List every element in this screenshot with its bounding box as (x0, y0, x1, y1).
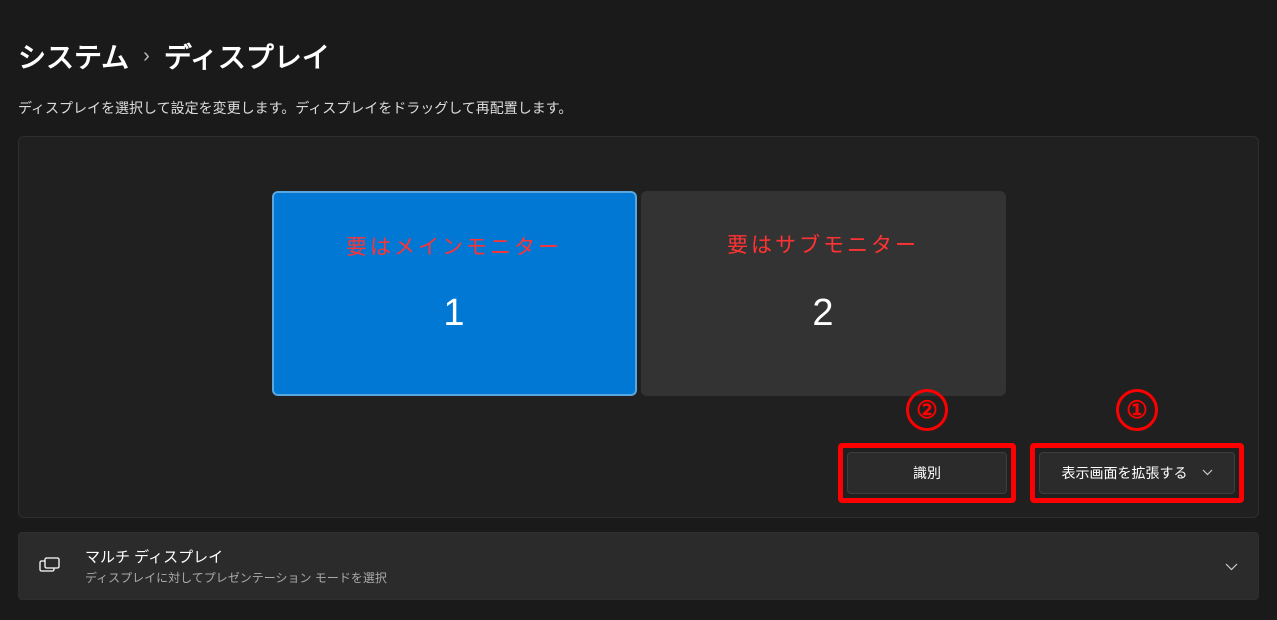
monitor-1[interactable]: 要はメインモニター 1 (272, 191, 637, 396)
monitor-1-annotation: 要はメインモニター (346, 231, 562, 261)
multi-display-icon (39, 555, 61, 577)
dropdown-button-group: ① 表示画面を拡張する (1030, 443, 1244, 503)
monitor-2-annotation: 要はサブモニター (727, 229, 919, 259)
display-mode-selected: 表示画面を拡張する (1062, 463, 1188, 483)
breadcrumb: システム › ディスプレイ (18, 36, 1259, 76)
monitor-2[interactable]: 要はサブモニター 2 (641, 191, 1006, 396)
monitor-2-number: 2 (812, 292, 833, 335)
page-description: ディスプレイを選択して設定を変更します。ディスプレイをドラッグして再配置します。 (18, 98, 1259, 118)
annotation-circle-2: ② (906, 389, 948, 431)
identify-button-group: ② 識別 (838, 443, 1016, 503)
multi-display-row[interactable]: マルチ ディスプレイ ディスプレイに対してプレゼンテーション モードを選択 (18, 532, 1259, 600)
breadcrumb-parent[interactable]: システム (18, 36, 129, 76)
annotation-frame-dropdown: 表示画面を拡張する (1030, 443, 1244, 503)
chevron-right-icon: › (143, 45, 150, 68)
identify-button[interactable]: 識別 (847, 452, 1007, 494)
monitor-1-number: 1 (443, 292, 464, 335)
multi-display-title: マルチ ディスプレイ (85, 546, 1225, 567)
annotation-frame-identify: 識別 (838, 443, 1016, 503)
multi-display-subtitle: ディスプレイに対してプレゼンテーション モードを選択 (85, 569, 1225, 586)
breadcrumb-current: ディスプレイ (164, 36, 330, 76)
monitors-area[interactable]: 要はメインモニター 1 要はサブモニター 2 (37, 155, 1240, 396)
annotation-circle-1: ① (1116, 389, 1158, 431)
chevron-down-icon (1202, 467, 1213, 479)
panel-buttons: ② 識別 ① 表示画面を拡張する (838, 443, 1244, 503)
multi-display-text: マルチ ディスプレイ ディスプレイに対してプレゼンテーション モードを選択 (85, 546, 1225, 586)
display-mode-dropdown[interactable]: 表示画面を拡張する (1039, 452, 1235, 494)
chevron-down-icon (1225, 559, 1238, 574)
display-arrangement-panel: 要はメインモニター 1 要はサブモニター 2 ② 識別 ① 表示画面を拡張する (18, 136, 1259, 518)
